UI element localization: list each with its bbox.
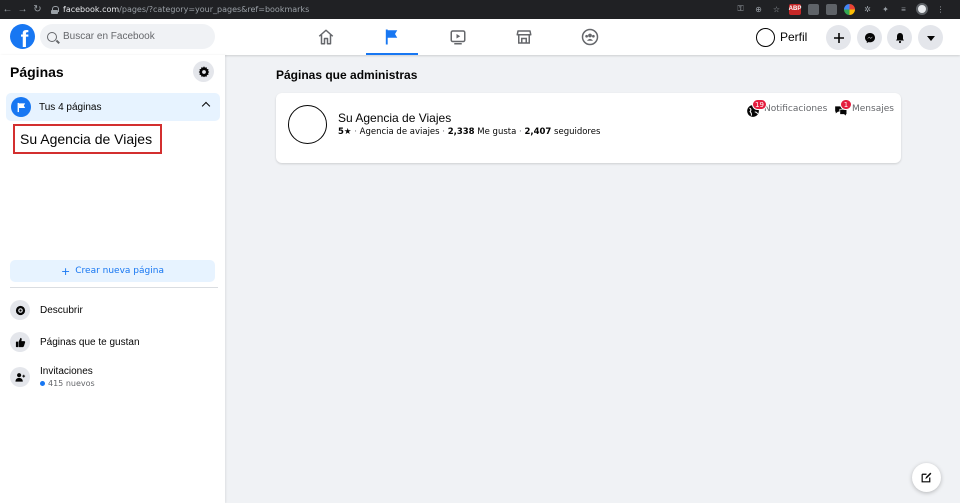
plus-icon: + (61, 264, 71, 278)
sidebar-item-label: Páginas que te gustan (40, 336, 140, 348)
tab-marketplace[interactable] (491, 19, 557, 55)
notifications-badge: 19 (752, 99, 767, 110)
create-button[interactable] (826, 25, 851, 50)
forward-icon[interactable]: → (15, 4, 30, 15)
zoom-icon[interactable]: ⊕ (753, 4, 764, 15)
video-icon (450, 30, 466, 45)
create-page-button[interactable]: + Crear nueva página (10, 260, 215, 282)
extension-icon[interactable] (808, 3, 819, 15)
browser-menu-icon[interactable]: ⋮ (935, 4, 946, 15)
sidebar-item-liked-pages[interactable]: Páginas que te gustan (10, 329, 215, 355)
notifications-label: Notificaciones (764, 104, 828, 114)
facebook-logo-icon[interactable]: f (10, 24, 35, 49)
messages-link[interactable]: 1 Mensajes (834, 99, 894, 117)
avatar (756, 27, 775, 47)
settings-button[interactable] (193, 61, 214, 82)
page-avatar[interactable] (288, 105, 327, 144)
section-title: Páginas que administras (276, 68, 418, 82)
thumbs-up-icon (10, 332, 30, 352)
sidebar-item-discover[interactable]: Descubrir (10, 297, 215, 323)
likes-count: 2,338 (447, 127, 475, 137)
facebook-header: f Perfil (0, 19, 960, 55)
address-bar[interactable]: facebook.com/pages/?category=your_pages&… (51, 5, 309, 14)
extension-icon[interactable] (826, 3, 837, 15)
tab-pages[interactable] (359, 19, 425, 55)
create-page-label: Crear nueva página (75, 266, 164, 276)
search-input[interactable] (63, 31, 203, 42)
tab-watch[interactable] (425, 19, 491, 55)
unread-dot-icon (40, 381, 45, 386)
chevron-up-icon (201, 101, 211, 111)
notifications-link[interactable]: 19 Notificaciones (746, 99, 828, 117)
messages-badge: 1 (840, 99, 852, 110)
page-name[interactable]: Su Agencia de Viajes (338, 111, 451, 125)
bookmark-star-icon[interactable]: ☆ (771, 4, 782, 15)
sidebar-item-invitations[interactable]: Invitaciones 415 nuevos (10, 362, 215, 392)
person-add-icon (10, 367, 30, 387)
browser-toolbar: ← → ↻ facebook.com/pages/?category=your_… (0, 0, 960, 19)
page-rating: 5★ (338, 127, 352, 137)
tab-groups[interactable] (557, 19, 623, 55)
tab-home[interactable] (293, 19, 359, 55)
compose-icon (921, 472, 932, 483)
messenger-icon (864, 32, 875, 43)
caret-down-icon (926, 35, 935, 41)
followers-label: seguidores (554, 127, 601, 137)
page-card: Su Agencia de Viajes 5★ · Agencia de avi… (276, 93, 901, 163)
your-pages-toggle[interactable]: Tus 4 páginas (6, 93, 220, 121)
notifications-button[interactable] (887, 25, 912, 50)
adblock-extension-icon[interactable]: ABP (789, 3, 801, 15)
account-menu-button[interactable] (918, 25, 943, 50)
plus-icon (833, 32, 844, 43)
search-icon (47, 31, 57, 42)
page-category: Agencia de aviajes (359, 127, 440, 137)
bell-icon (895, 32, 904, 43)
puzzle-icon[interactable]: ✦ (880, 4, 891, 15)
url-domain: facebook.com (63, 5, 120, 14)
page-meta: 5★ · Agencia de aviajes · 2,338 Me gusta… (338, 127, 601, 137)
divider (10, 287, 218, 288)
home-icon (318, 29, 334, 45)
your-pages-label: Tus 4 páginas (39, 101, 102, 113)
store-icon (516, 30, 532, 44)
search-box[interactable] (40, 24, 215, 49)
messages-label: Mensajes (852, 104, 894, 114)
profile-name: Perfil (780, 30, 808, 44)
sidebar-item-label: Descubrir (40, 304, 83, 316)
gear-extension-icon[interactable]: ✲ (862, 4, 873, 15)
profile-button[interactable]: Perfil (756, 25, 807, 49)
url-path: /pages/?category=your_pages&ref=bookmark… (119, 5, 310, 14)
browser-profile-icon[interactable] (916, 3, 928, 15)
reload-icon[interactable]: ↻ (30, 4, 45, 15)
compass-icon (10, 300, 30, 320)
messenger-button[interactable] (857, 25, 882, 50)
sidebar-page-link[interactable]: Su Agencia de Viajes (13, 124, 162, 154)
invitations-count: 415 nuevos (40, 379, 95, 388)
left-sidebar: Páginas Tus 4 páginas Su Agencia de Viaj… (0, 55, 225, 503)
flag-icon (385, 29, 398, 45)
gear-icon (198, 65, 209, 77)
lock-icon (51, 5, 59, 14)
key-icon[interactable]: ⚿ (735, 4, 746, 15)
main-nav (293, 19, 623, 55)
flag-icon (11, 97, 31, 117)
sidebar-title: Páginas (10, 64, 64, 80)
back-icon[interactable]: ← (0, 4, 15, 15)
groups-icon (581, 28, 599, 46)
invitations-sub-label: 415 nuevos (48, 379, 95, 388)
menu-list-icon[interactable]: ≡ (898, 4, 909, 15)
likes-label: Me gusta (477, 127, 517, 137)
color-extension-icon[interactable] (844, 3, 855, 15)
sidebar-item-label: Invitaciones (40, 366, 93, 377)
new-message-button[interactable] (912, 463, 941, 492)
followers-count: 2,407 (524, 127, 552, 137)
